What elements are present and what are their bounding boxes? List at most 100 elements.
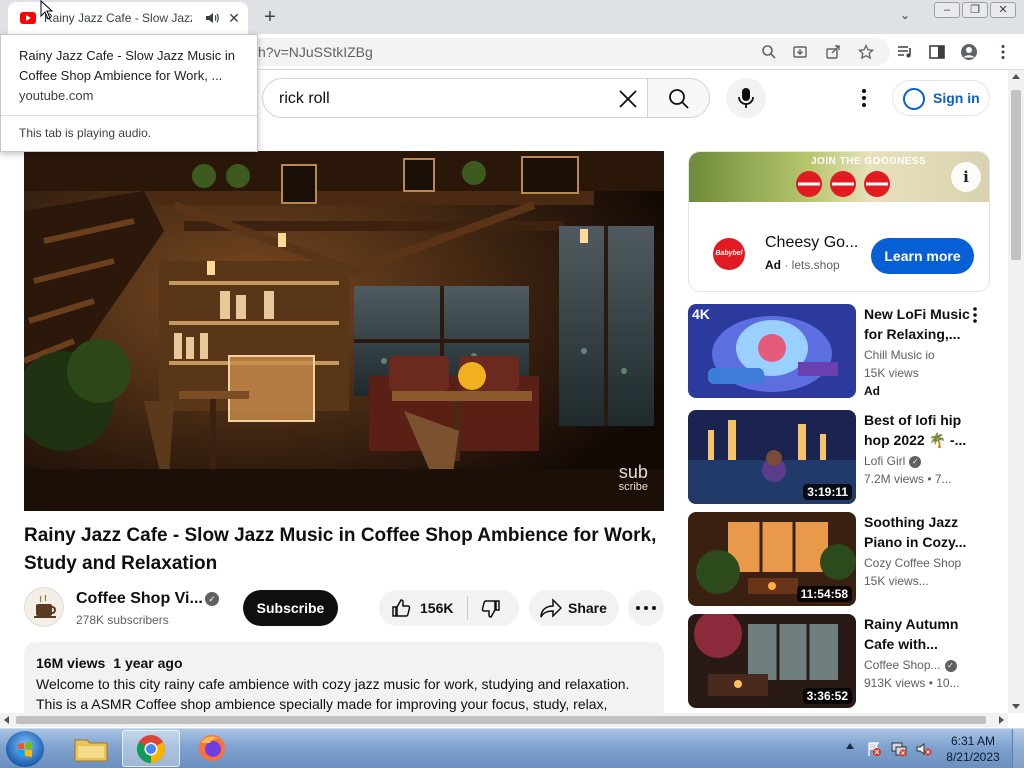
address-url: h?v=NJuSStkIZBg: [258, 44, 373, 60]
sign-in-label: Sign in: [933, 90, 980, 106]
share-button[interactable]: Share: [529, 590, 619, 626]
channel-avatar[interactable]: [24, 587, 64, 627]
recommendation-channel[interactable]: Lofi Girl ✓: [864, 454, 922, 468]
thumbs-up-icon[interactable]: [391, 598, 411, 618]
subscribe-button[interactable]: Subscribe: [243, 590, 338, 626]
firefox-logo-icon: [199, 735, 225, 761]
recommendation-item[interactable]: 3:19:11 Best of lofi hip hop 2022 🌴 -...…: [688, 410, 990, 504]
voice-search-button[interactable]: [726, 78, 766, 118]
taskbar-firefox[interactable]: [184, 730, 242, 767]
coffee-cup-logo-icon: [34, 594, 56, 618]
video-thumbnail[interactable]: 11:54:58: [688, 512, 856, 606]
speaker-icon[interactable]: [204, 10, 220, 26]
like-count[interactable]: 156K: [420, 600, 453, 616]
scroll-right-arrow-icon[interactable]: [999, 716, 1004, 724]
description-line: This is a ASMR Coffee shop ambience spec…: [36, 696, 608, 712]
action-center-flag-icon[interactable]: [866, 741, 882, 757]
restore-button[interactable]: ❐: [962, 2, 988, 18]
hover-card-divider: [1, 115, 257, 116]
more-actions-button[interactable]: [628, 590, 664, 626]
recommendation-item[interactable]: 3:36:52 Rainy Autumn Cafe with... Coffee…: [688, 614, 990, 708]
window-controls: ‒ ❐ ✕: [934, 2, 1016, 18]
recommendation-channel[interactable]: Coffee Shop... ✓: [864, 658, 957, 672]
ad-badge: Ad: [864, 384, 880, 398]
account-icon: [903, 88, 925, 110]
vertical-scroll-thumb[interactable]: [1011, 90, 1021, 260]
recommendation-title[interactable]: Rainy Autumn Cafe with...: [864, 614, 974, 654]
tab-title: Rainy Jazz Cafe - Slow Jazz M: [44, 11, 192, 25]
tab-close-icon[interactable]: ✕: [226, 10, 242, 26]
chrome-menu-icon[interactable]: [994, 43, 1012, 61]
ad-info-icon[interactable]: i: [951, 162, 981, 192]
recommendation-title[interactable]: Best of lofi hip hop 2022 🌴 -...: [864, 410, 974, 450]
vertical-scrollbar[interactable]: [1008, 70, 1024, 713]
share-arrow-icon: [540, 598, 562, 618]
start-button[interactable]: [6, 731, 44, 767]
bookmark-star-icon[interactable]: [858, 44, 874, 60]
video-duration: 3:36:52: [802, 688, 852, 704]
learn-more-button[interactable]: Learn more: [871, 238, 974, 274]
install-app-icon[interactable]: [792, 44, 808, 60]
system-clock[interactable]: 6:31 AM 8/21/2023: [940, 733, 1006, 765]
media-controls-icon[interactable]: [896, 43, 914, 61]
advertiser-logo: Babybel: [713, 238, 745, 270]
search-button[interactable]: [647, 78, 710, 118]
verified-badge-icon: ✓: [909, 455, 922, 468]
close-window-button[interactable]: ✕: [990, 2, 1016, 18]
recommendation-item[interactable]: 11:54:58 Soothing Jazz Piano in Cozy... …: [688, 512, 990, 606]
youtube-favicon-icon: [20, 12, 36, 24]
chrome-logo-icon: [137, 735, 165, 763]
ad-title[interactable]: Cheesy Go...: [765, 234, 858, 252]
recommendation-channel[interactable]: Chill Music io: [864, 348, 935, 362]
search-icon[interactable]: [761, 44, 777, 60]
recommendation-title[interactable]: Soothing Jazz Piano in Cozy...: [864, 512, 974, 552]
scroll-down-arrow-icon[interactable]: [1012, 704, 1020, 709]
ad-card[interactable]: JOIN THE GOODNESS i Babybel Cheesy Go...…: [688, 151, 990, 292]
ad-badge: Ad: [765, 258, 781, 272]
recommendation-item[interactable]: 4K New LoFi Music for Relaxing,... Chill…: [688, 304, 990, 398]
channel-label: Lofi Girl: [864, 454, 906, 468]
tab-search-chevron-icon[interactable]: ⌄: [896, 8, 914, 26]
video-thumbnail[interactable]: 3:19:11: [688, 410, 856, 504]
video-thumbnail[interactable]: 3:36:52: [688, 614, 856, 708]
hover-card-audio-status: This tab is playing audio.: [19, 126, 152, 140]
network-icon[interactable]: [891, 741, 907, 757]
show-hidden-icons-arrow-icon[interactable]: [846, 743, 854, 749]
side-panel-icon[interactable]: [928, 43, 946, 61]
video-duration: 11:54:58: [796, 586, 852, 602]
recommendation-channel[interactable]: Cozy Coffee Shop: [864, 556, 961, 570]
horizontal-scrollbar[interactable]: [0, 713, 1008, 727]
scroll-up-arrow-icon[interactable]: [1012, 74, 1020, 79]
share-page-icon[interactable]: [825, 44, 841, 60]
more-vertical-icon[interactable]: [970, 306, 980, 324]
hover-card-domain: youtube.com: [19, 88, 94, 103]
video-duration: 3:19:11: [803, 484, 852, 500]
channel-name[interactable]: Coffee Shop Vi...: [76, 590, 203, 608]
scroll-left-arrow-icon[interactable]: [4, 716, 9, 724]
recommendation-title[interactable]: New LoFi Music for Relaxing,...: [864, 304, 974, 344]
description-box[interactable]: 16M views 1 year ago Welcome to this city…: [24, 642, 664, 722]
video-thumbnail[interactable]: 4K: [688, 304, 856, 398]
settings-menu-icon[interactable]: [856, 88, 872, 108]
horizontal-scroll-thumb[interactable]: [16, 716, 986, 724]
volume-muted-icon[interactable]: [916, 741, 932, 757]
view-count: 16M views: [36, 655, 106, 671]
clock-date: 8/21/2023: [946, 750, 1000, 764]
like-divider: [467, 596, 468, 620]
clear-search-icon[interactable]: [614, 85, 642, 113]
taskbar-file-explorer[interactable]: [62, 730, 120, 767]
show-desktop-button[interactable]: [1012, 729, 1024, 768]
subscribe-watermark[interactable]: sub scribe: [619, 463, 648, 493]
ad-source: Ad · lets.shop: [765, 258, 840, 272]
recommendation-meta: 15K views...: [864, 574, 929, 588]
taskbar-chrome[interactable]: [122, 730, 180, 767]
search-input[interactable]: rick roll: [262, 78, 648, 118]
ad-banner[interactable]: JOIN THE GOODNESS i: [689, 152, 989, 202]
clock-time: 6:31 AM: [950, 734, 996, 748]
minimize-button[interactable]: ‒: [934, 2, 960, 18]
sign-in-button[interactable]: Sign in: [892, 80, 990, 116]
profile-icon[interactable]: [960, 43, 978, 61]
thumbs-down-icon[interactable]: [481, 599, 501, 619]
video-player[interactable]: sub scribe: [24, 151, 664, 511]
new-tab-button[interactable]: +: [258, 6, 282, 28]
